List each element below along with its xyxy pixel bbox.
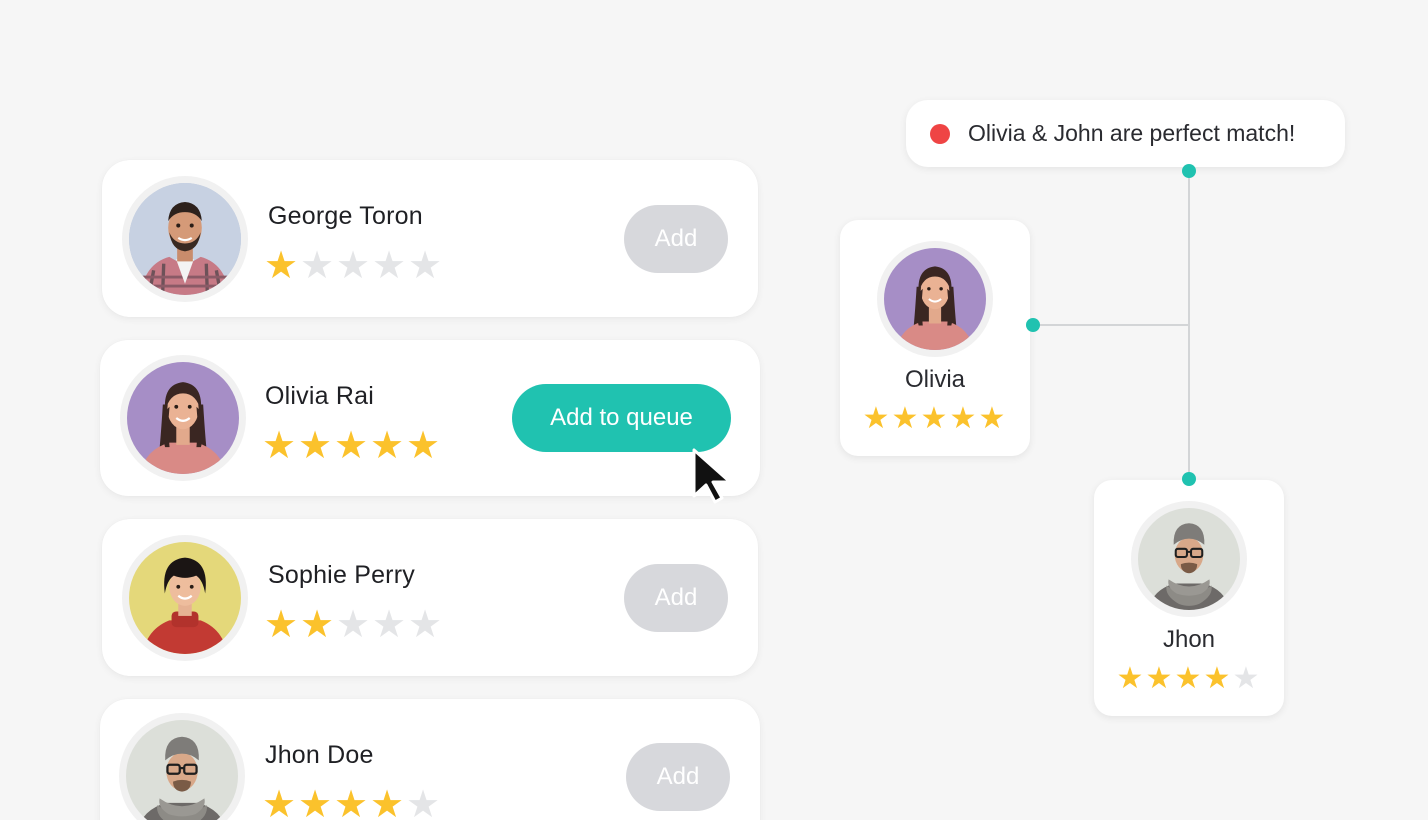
- star-filled-icon: ★: [298, 782, 333, 820]
- person-card-jhon-doe: Jhon Doe ★ ★ ★ ★ ★ Add: [100, 699, 760, 820]
- star-filled-icon: ★: [406, 423, 441, 467]
- star-filled-icon: ★: [370, 782, 405, 820]
- connector-line-horizontal: [1033, 324, 1190, 326]
- add-button[interactable]: Add: [626, 743, 730, 811]
- star-filled-icon: ★: [264, 602, 299, 646]
- star-empty-icon: ★: [372, 243, 407, 287]
- connector-node-top: [1182, 164, 1196, 178]
- star-filled-icon: ★: [298, 423, 333, 467]
- star-filled-icon: ★: [334, 782, 369, 820]
- add-button[interactable]: Add: [624, 205, 728, 273]
- woman-long-hair-avatar-icon: [127, 362, 239, 474]
- star-filled-icon: ★: [262, 423, 297, 467]
- star-filled-icon: ★: [891, 401, 919, 436]
- mouse-cursor-icon: [692, 448, 732, 504]
- match-card-jhon: Jhon ★ ★ ★ ★ ★: [1094, 480, 1284, 716]
- woman-long-hair-avatar-icon: [884, 248, 986, 350]
- person-name: George Toron: [268, 202, 423, 230]
- avatar: [877, 241, 993, 357]
- star-empty-icon: ★: [336, 243, 371, 287]
- star-empty-icon: ★: [408, 243, 443, 287]
- avatar: [122, 176, 248, 302]
- match-message: Olivia & John are perfect match!: [968, 120, 1296, 146]
- avatar: [122, 535, 248, 661]
- connector-node-left: [1026, 318, 1040, 332]
- rating-stars: ★ ★ ★ ★ ★: [262, 426, 442, 464]
- connector-node-bottom: [1182, 472, 1196, 486]
- man-glasses-beanie-avatar-icon: [126, 720, 238, 820]
- rating-stars: ★ ★ ★ ★ ★: [264, 605, 444, 643]
- match-name: Olivia: [904, 366, 965, 393]
- star-filled-icon: ★: [264, 243, 299, 287]
- star-empty-icon: ★: [406, 782, 441, 820]
- star-filled-icon: ★: [949, 401, 977, 436]
- star-filled-icon: ★: [862, 401, 890, 436]
- star-empty-icon: ★: [372, 602, 407, 646]
- match-card-olivia: Olivia ★ ★ ★ ★ ★: [840, 220, 1030, 456]
- person-name: Jhon Doe: [265, 741, 374, 769]
- avatar: [119, 713, 245, 820]
- person-card-george-toron: George Toron ★ ★ ★ ★ ★ Add: [102, 160, 758, 317]
- person-name: Sophie Perry: [268, 561, 415, 589]
- add-to-queue-button[interactable]: Add to queue: [512, 384, 731, 452]
- avatar: [120, 355, 246, 481]
- star-filled-icon: ★: [978, 401, 1006, 436]
- person-card-sophie-perry: Sophie Perry ★ ★ ★ ★ ★ Add: [102, 519, 758, 676]
- alert-dot-icon: [930, 123, 950, 144]
- star-filled-icon: ★: [300, 602, 335, 646]
- star-filled-icon: ★: [1174, 661, 1202, 696]
- star-filled-icon: ★: [370, 423, 405, 467]
- add-button[interactable]: Add: [624, 564, 728, 632]
- rating-stars: ★ ★ ★ ★ ★: [264, 246, 444, 284]
- rating-stars: ★ ★ ★ ★ ★: [262, 785, 442, 820]
- man-glasses-beanie-avatar-icon: [1138, 508, 1240, 610]
- star-empty-icon: ★: [1232, 661, 1260, 696]
- star-filled-icon: ★: [334, 423, 369, 467]
- avatar: [1131, 501, 1247, 617]
- person-name: Olivia Rai: [265, 382, 374, 410]
- person-card-olivia-rai: Olivia Rai ★ ★ ★ ★ ★ Add to queue: [100, 340, 760, 496]
- star-filled-icon: ★: [1145, 661, 1173, 696]
- match-name: Jhon: [1162, 626, 1216, 653]
- star-filled-icon: ★: [920, 401, 948, 436]
- star-empty-icon: ★: [408, 602, 443, 646]
- star-filled-icon: ★: [1203, 661, 1231, 696]
- rating-stars: ★ ★ ★ ★ ★: [840, 404, 1030, 434]
- star-filled-icon: ★: [262, 782, 297, 820]
- rating-stars: ★ ★ ★ ★ ★: [1094, 664, 1284, 694]
- star-empty-icon: ★: [336, 602, 371, 646]
- man-beard-plaid-avatar-icon: [129, 183, 241, 295]
- woman-bob-hair-avatar-icon: [129, 542, 241, 654]
- star-filled-icon: ★: [1116, 661, 1144, 696]
- match-notification: Olivia & John are perfect match!: [906, 100, 1345, 167]
- star-empty-icon: ★: [300, 243, 335, 287]
